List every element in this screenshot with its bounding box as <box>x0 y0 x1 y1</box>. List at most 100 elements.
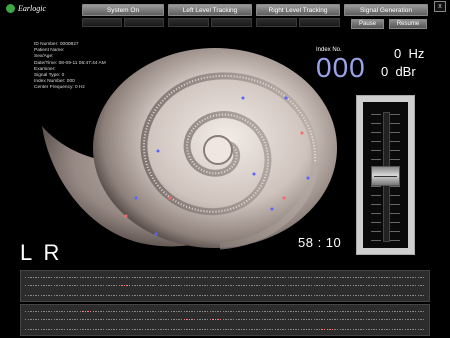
hair-cell-dot <box>38 329 40 331</box>
hair-cell-dot <box>144 285 146 287</box>
hair-cell-dot <box>53 329 55 331</box>
hair-cell-dot <box>316 285 318 287</box>
hair-cell-dot <box>295 319 297 321</box>
hair-cell-dot <box>233 285 235 287</box>
hair-cell-dot <box>220 329 222 331</box>
hair-cell-dot <box>415 295 417 297</box>
fader-knob-line <box>374 176 397 177</box>
hair-cell-dot <box>321 329 323 331</box>
hair-cell-dot <box>152 285 154 287</box>
hair-cell-dot <box>368 319 370 321</box>
hair-cell-dot <box>64 329 66 331</box>
hair-cell-dot <box>305 277 308 279</box>
hair-cell-dot <box>69 295 71 297</box>
hair-cell-dot <box>342 295 344 297</box>
hair-cell-dot <box>407 311 409 313</box>
hair-cell-dot <box>316 319 318 321</box>
hair-cell-dot <box>123 329 126 331</box>
hair-cell-dot <box>402 319 404 321</box>
hair-cell-dot <box>121 277 123 279</box>
hair-cell-dot <box>378 319 380 321</box>
hair-cell-dot <box>274 311 276 313</box>
hair-cell-dot <box>376 319 378 321</box>
hair-cell-dot <box>48 285 50 287</box>
hair-cell-dot <box>64 285 66 287</box>
hair-cell-dot <box>108 329 110 331</box>
hair-cell-dot <box>32 277 35 279</box>
hair-cell-dot <box>363 285 365 287</box>
hair-cell-dot <box>368 295 370 297</box>
hair-cell-dot <box>214 319 217 321</box>
hair-cell-dot <box>313 295 315 297</box>
hair-cell-dot <box>295 285 297 287</box>
hair-cell-dot <box>266 285 269 287</box>
hair-cell-dot <box>69 319 71 321</box>
hair-cell-dot <box>92 319 94 321</box>
hair-cell-dot <box>298 277 300 279</box>
fader-tick <box>390 195 400 196</box>
close-icon[interactable]: x <box>434 1 446 12</box>
hair-cell-dot <box>352 329 354 331</box>
hair-cell-dot <box>126 329 128 331</box>
hair-cell-dot <box>188 277 191 279</box>
hair-cell-dot <box>420 285 422 287</box>
hair-cell-dot <box>196 277 198 279</box>
hair-cell-dot <box>277 277 279 279</box>
hair-cell-dot <box>324 285 326 287</box>
hair-cell-dot <box>253 311 256 313</box>
hair-cell-dot <box>326 295 328 297</box>
hair-cell-dot <box>409 329 412 331</box>
hair-cell-dot <box>357 319 360 321</box>
right-level-tracking-button[interactable]: Right Level Tracking <box>256 4 340 16</box>
hair-cell-dot <box>155 329 157 331</box>
hair-cell-dot <box>142 285 144 287</box>
hair-cell-dot <box>415 311 417 313</box>
hair-cell-dot <box>30 311 32 313</box>
signal-generation-button[interactable]: Signal Generation <box>344 4 428 16</box>
hair-cell-dot <box>121 319 123 321</box>
hair-cell-dot <box>339 329 341 331</box>
hair-cell-dot <box>409 277 412 279</box>
hair-cell-dot <box>82 311 84 313</box>
hair-cell-dot <box>134 295 136 297</box>
hair-cell-dot <box>264 285 266 287</box>
resume-button[interactable]: Resume <box>389 19 427 29</box>
hair-cell-dot <box>230 319 232 321</box>
hair-cell-dot <box>318 319 321 321</box>
hair-cell-dot <box>394 319 396 321</box>
hair-cell-dot <box>165 311 167 313</box>
fader-tick <box>371 240 381 241</box>
pause-button[interactable]: Pause <box>351 19 384 29</box>
hair-cell-dot <box>168 319 170 321</box>
hair-cell-dot <box>48 311 50 313</box>
hair-cell-dot <box>334 285 336 287</box>
hair-cell-dot <box>30 277 32 279</box>
hair-cell-dot <box>165 295 167 297</box>
hair-cell-dot <box>391 285 393 287</box>
hair-cell-dot <box>264 295 266 297</box>
hair-cell-dot <box>30 329 32 331</box>
fader-knob[interactable] <box>371 166 400 186</box>
hair-cell-dot <box>168 311 170 313</box>
hair-cell-dot <box>350 319 352 321</box>
hair-cell-dot <box>331 285 334 287</box>
hair-cell-dot <box>204 277 206 279</box>
hair-cell-dot <box>256 311 258 313</box>
left-level-tracking-button[interactable]: Left Level Tracking <box>168 4 252 16</box>
index-number-value: 000 <box>316 52 366 83</box>
hair-cell-dot <box>217 319 219 321</box>
system-on-button[interactable]: System On <box>82 4 164 16</box>
hair-cell-dot <box>51 277 53 279</box>
hair-cell-dot <box>103 285 105 287</box>
fader-tick <box>390 204 400 205</box>
hair-cell-dot <box>233 311 235 313</box>
hair-cell-dot <box>227 319 230 321</box>
hair-cell-dot <box>238 277 240 279</box>
hair-cell-dot <box>48 319 50 321</box>
hair-cell-dot <box>220 277 222 279</box>
hair-cell-dot <box>61 295 63 297</box>
hair-cell-dot <box>308 295 310 297</box>
hair-cell-dot <box>196 295 198 297</box>
hair-cell-dot <box>355 311 357 313</box>
hair-cell-dot <box>360 329 362 331</box>
